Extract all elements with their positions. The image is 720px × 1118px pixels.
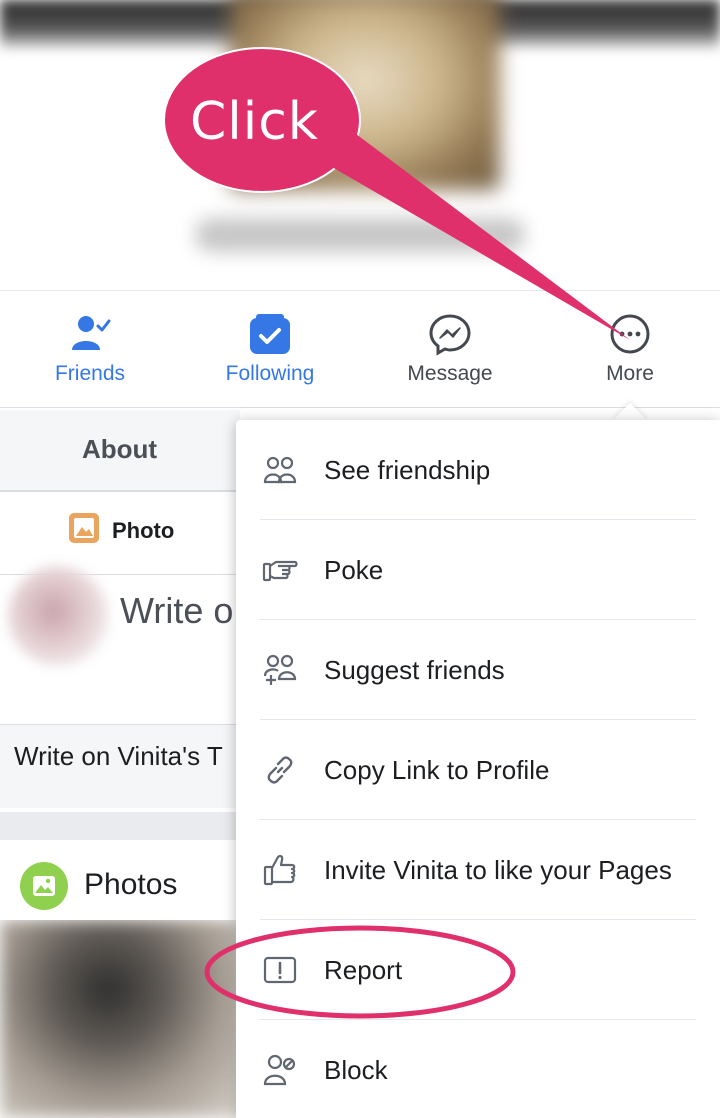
menu-item-suggest-friends[interactable]: Suggest friends [236,620,720,720]
profile-name-blurred [195,218,525,252]
composer-placeholder[interactable]: Write o [120,590,233,632]
friends-button[interactable]: Friends [0,291,180,407]
friends-check-icon [68,312,112,356]
message-button[interactable]: Message [360,291,540,407]
report-icon [260,950,300,990]
friends-label: Friends [54,362,126,385]
message-label: Message [407,362,493,385]
friendship-icon [260,450,300,490]
tab-about[interactable]: About [82,434,157,465]
following-button[interactable]: Following [180,291,360,407]
photos-clip [0,920,240,1118]
block-user-icon [260,1050,300,1090]
composer-clip: Photo Write o Write on Vinita's T [0,494,240,814]
menu-item-label: Block [324,1054,388,1085]
messenger-icon [428,312,472,356]
post-composer: Photo Write o Write on Vinita's T [0,494,240,814]
menu-item-label: Copy Link to Profile [324,754,550,785]
profile-action-bar: Friends Following Message More [0,290,720,408]
more-label: More [606,362,654,385]
menu-item-invite-pages[interactable]: Invite Vinita to like your Pages [236,820,720,920]
menu-item-copy-link[interactable]: Copy Link to Profile [236,720,720,820]
poke-hand-icon [260,550,300,590]
profile-cover [0,0,720,290]
menu-item-label: Suggest friends [324,654,505,685]
avatar [8,566,108,666]
photos-section-header[interactable]: Photos [0,840,240,930]
click-callout-text: Click [190,92,319,152]
menu-item-label: Report [324,954,403,985]
more-options-menu: See friendship Poke Suggest friends Copy… [236,420,720,1118]
section-gap [0,812,240,840]
photo-chip-label: Photo [112,517,175,543]
link-icon [260,750,300,790]
more-button[interactable]: More [540,291,720,407]
suggest-friends-icon [260,650,300,690]
menu-item-see-friendship[interactable]: See friendship [236,420,720,520]
timeline-prompt-row[interactable]: Write on Vinita's T [0,724,240,808]
profile-tabs: About [0,410,240,492]
menu-item-label: See friendship [324,454,491,485]
menu-item-report[interactable]: Report [236,920,720,1020]
menu-item-poke[interactable]: Poke [236,520,720,620]
menu-item-label: Invite Vinita to like your Pages [324,854,672,885]
photo-icon [68,512,100,549]
menu-item-label: Poke [324,554,384,585]
following-label: Following [225,362,315,385]
following-check-icon [248,312,292,356]
menu-item-block[interactable]: Block [236,1020,720,1118]
thumbs-up-icon [260,850,300,890]
photo-thumbnail-blurred[interactable] [0,920,240,1118]
photos-icon [20,862,68,915]
timeline-prompt: Write on Vinita's T [14,741,223,771]
more-dots-icon [608,312,652,356]
photo-chip[interactable]: Photo [68,512,174,549]
photos-title: Photos [84,868,178,901]
